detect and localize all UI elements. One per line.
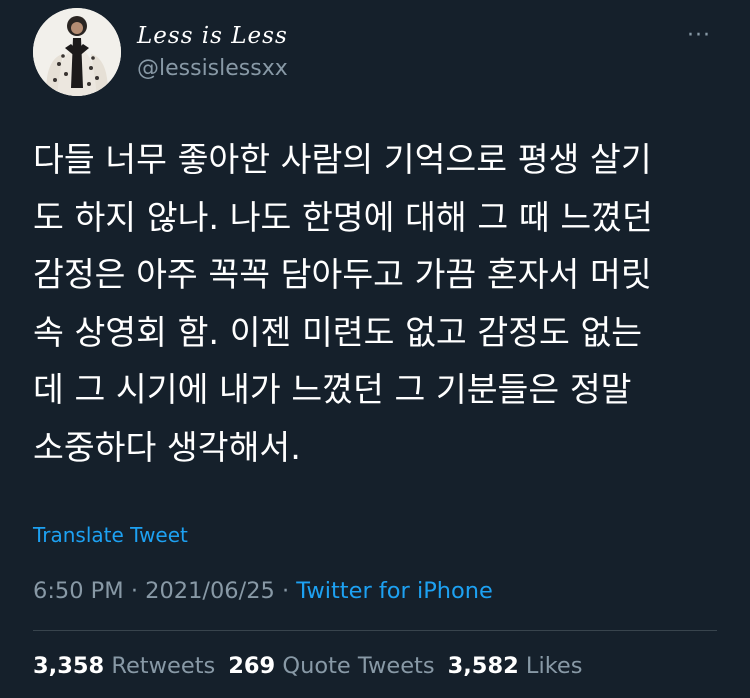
tweet-time: 6:50 PM (33, 578, 124, 604)
avatar-image (33, 8, 121, 96)
retweets-count: 3,358 (33, 653, 105, 679)
translate-tweet-link[interactable]: Translate Tweet (33, 521, 188, 549)
divider (33, 630, 717, 631)
tweet-date[interactable]: 2021/06/25 (145, 578, 275, 604)
meta-separator: · (130, 578, 138, 604)
avatar[interactable] (33, 8, 121, 96)
quote-tweets-count: 269 (228, 653, 276, 679)
retweets-label: Retweets (111, 653, 216, 679)
tweet-metadata: 6:50 PM · 2021/06/25 · Twitter for iPhon… (33, 575, 493, 607)
meta-separator: · (281, 578, 290, 604)
author-display-name[interactable]: Less is Less (137, 21, 288, 51)
likes-count: 3,582 (447, 653, 519, 679)
tweet-source-link[interactable]: Twitter for iPhone (296, 578, 493, 604)
quote-tweets-stat[interactable]: 269 Quote Tweets (228, 653, 434, 679)
tweet-stats: 3,358 Retweets 269 Quote Tweets 3,582 Like… (33, 650, 583, 682)
likes-label: Likes (525, 653, 583, 679)
likes-stat[interactable]: 3,582 Likes (448, 653, 583, 679)
more-options-icon[interactable]: ··· (679, 24, 719, 48)
author-handle[interactable]: @lessislessxx (137, 55, 288, 83)
tweet-text: 다들 너무 좋아한 사람의 기억으로 평생 살기 도 하지 않나. 나도 한명에… (33, 140, 653, 467)
retweets-stat[interactable]: 3,358 Retweets (33, 653, 215, 679)
quote-tweets-label: Quote Tweets (282, 653, 435, 679)
